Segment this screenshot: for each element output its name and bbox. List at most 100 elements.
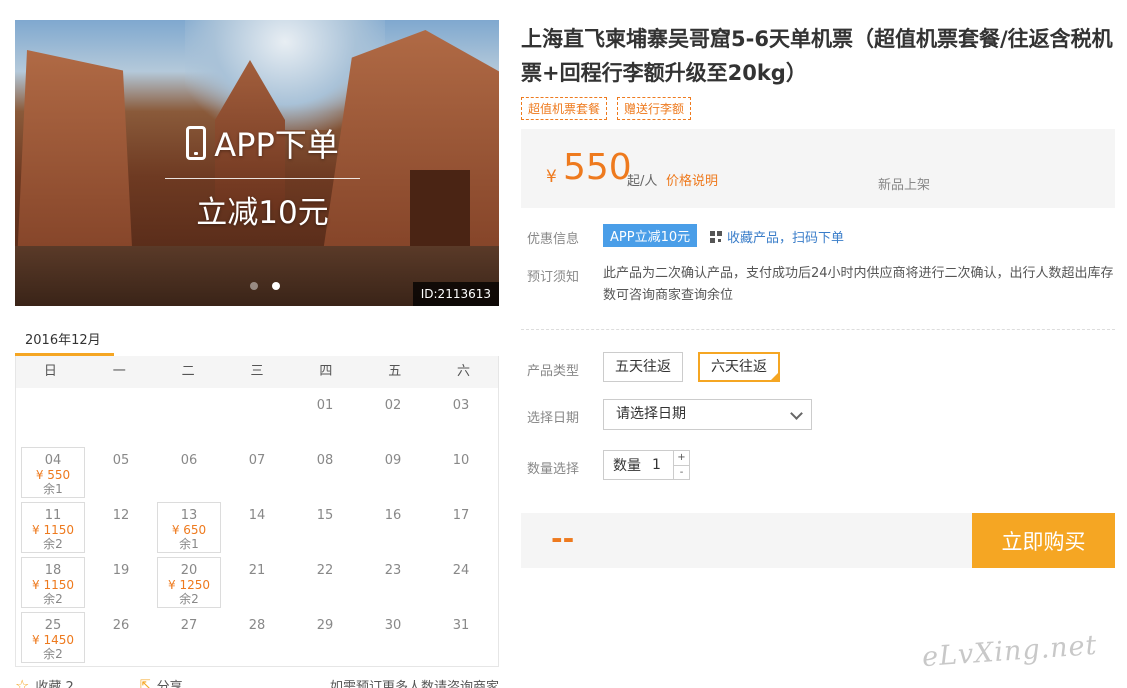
calendar-day: 09 (361, 447, 425, 498)
day-number: 14 (248, 508, 266, 523)
day-stock: 余2 (179, 592, 199, 606)
star-icon[interactable]: ☆ (15, 676, 29, 688)
section-divider (521, 329, 1115, 330)
day-price: ¥ 1150 (32, 578, 74, 592)
day-number: 04 (44, 453, 62, 468)
carousel-dots (250, 282, 280, 290)
phone-icon (186, 126, 207, 160)
calendar-day-available[interactable]: 20 ¥ 1250 余2 (157, 557, 221, 608)
calendar-day: 21 (225, 557, 289, 608)
type-option-six-days[interactable]: 六天往返 (698, 352, 780, 382)
quantity-increment-button[interactable]: + (674, 451, 689, 465)
calendar-day (21, 392, 85, 443)
calendar-day: 12 (89, 502, 153, 553)
product-tags: 超值机票套餐 赠送行李额 (521, 97, 692, 120)
calendar-day-available[interactable]: 11 ¥ 1150 余2 (21, 502, 85, 553)
day-number: 02 (384, 398, 402, 413)
day-number: 03 (452, 398, 470, 413)
product-tag: 超值机票套餐 (521, 97, 608, 120)
promo-divider (165, 178, 360, 179)
day-number: 24 (452, 563, 470, 578)
calendar-grid: 01 02 03 04 ¥ 550 余1 05 06 07 08 09 10 11 ¥ 1150 余2 12 1… (16, 388, 498, 665)
day-number: 07 (248, 453, 266, 468)
carousel-dot-active[interactable] (272, 282, 280, 290)
calendar-day-available[interactable]: 18 ¥ 1150 余2 (21, 557, 85, 608)
day-price: ¥ 1250 (168, 578, 210, 592)
day-number: 20 (180, 563, 198, 578)
day-number: 06 (180, 453, 198, 468)
quantity-decrement-button[interactable]: - (674, 464, 689, 480)
weekday-label: 日 (43, 364, 57, 379)
day-number: 19 (112, 563, 130, 578)
calendar-day: 24 (429, 557, 493, 608)
qr-code-icon (710, 230, 722, 243)
calendar-day-available[interactable]: 25 ¥ 1450 余2 (21, 612, 85, 663)
contact-note: 如需预订更多人数请咨询商家 (329, 680, 499, 688)
calendar-day-available[interactable]: 13 ¥ 650 余1 (157, 502, 221, 553)
chevron-down-icon (790, 407, 803, 420)
day-number: 28 (248, 618, 266, 633)
day-number: 12 (112, 508, 130, 523)
day-number: 09 (384, 453, 402, 468)
calendar-weekday-header: 日一二三四五六 (16, 356, 498, 388)
quantity-value[interactable]: 1 (652, 457, 661, 473)
price-explain-link[interactable]: 价格说明 (666, 170, 718, 189)
price-box: ¥ 550 起/人 价格说明 新品上架 (521, 129, 1115, 208)
day-number: 17 (452, 508, 470, 523)
share-link[interactable]: 分享 (157, 676, 183, 688)
favorite-count[interactable]: 收藏 2 (35, 676, 73, 688)
carousel-dot[interactable] (250, 282, 258, 290)
price-amount: 550 (563, 147, 632, 188)
day-stock: 余2 (43, 647, 63, 661)
app-discount-badge[interactable]: APP立减10元 (603, 224, 698, 247)
buy-now-button[interactable]: 立即购买 (972, 513, 1115, 568)
notice-label: 预订须知 (527, 270, 580, 285)
weekday-label: 三 (250, 364, 264, 379)
day-number: 26 (112, 618, 130, 633)
product-hero-image[interactable]: APP下单 立减10元 ID:2113613 (15, 20, 499, 306)
day-number: 29 (316, 618, 334, 633)
calendar-day (157, 392, 221, 443)
day-price: ¥ 550 (35, 468, 71, 482)
qr-order-link[interactable]: 收藏产品，扫码下单 (710, 227, 844, 246)
calendar-month-tab[interactable]: 2016年12月 (15, 320, 114, 356)
calendar-day: 23 (361, 557, 425, 608)
calendar-day: 29 (293, 612, 357, 663)
day-number: 15 (316, 508, 334, 523)
weekday-label: 二 (181, 364, 195, 379)
calendar-day: 17 (429, 502, 493, 553)
product-type-label: 产品类型 (527, 364, 580, 379)
calendar-day: 08 (293, 447, 357, 498)
calendar-day: 19 (89, 557, 153, 608)
date-select-value: 请选择日期 (616, 406, 686, 422)
calendar-day: 05 (89, 447, 153, 498)
currency-symbol: ¥ (546, 167, 557, 187)
date-select[interactable]: 请选择日期 (603, 399, 812, 430)
buy-bar: -- 立即购买 (521, 513, 1115, 568)
calendar-day: 06 (157, 447, 221, 498)
day-stock: 余2 (43, 537, 63, 551)
day-price: ¥ 1450 (32, 633, 74, 647)
app-promo-overlay: APP下单 立减10元 (165, 120, 360, 232)
quantity-stepper[interactable]: 数量 1 + - (603, 450, 690, 480)
share-icon[interactable]: ⇱ (140, 678, 151, 688)
calendar-day: 01 (293, 392, 357, 443)
calendar-day: 15 (293, 502, 357, 553)
type-option-five-days[interactable]: 五天往返 (603, 352, 683, 382)
app-promo-text: APP下单 (214, 126, 339, 164)
app-promo-line1: APP下单 (165, 120, 360, 166)
product-id-tag: ID:2113613 (412, 282, 499, 306)
quantity-steps: + - (673, 451, 689, 479)
day-number: 10 (452, 453, 470, 468)
calendar: 日一二三四五六 01 02 03 04 ¥ 550 余1 05 06 07 08 09 10 11 ¥ 1… (15, 356, 499, 667)
day-number: 30 (384, 618, 402, 633)
calendar-day: 07 (225, 447, 289, 498)
day-number: 27 (180, 618, 198, 633)
booking-notice: 此产品为二次确认产品，支付成功后24小时内供应商将进行二次确认，出行人数超出库存… (603, 266, 1114, 303)
calendar-day: 27 (157, 612, 221, 663)
price-unit: 起/人 (627, 174, 658, 189)
day-number: 01 (316, 398, 334, 413)
calendar-day-available[interactable]: 04 ¥ 550 余1 (21, 447, 85, 498)
product-actions-row: ☆ 收藏 2 ⇱ 分享 如需预订更多人数请咨询商家 (15, 676, 499, 688)
product-title: 上海直飞柬埔寨吴哥窟5-6天单机票（超值机票套餐/往返含税机票+回程行李额升级至… (521, 27, 1113, 85)
